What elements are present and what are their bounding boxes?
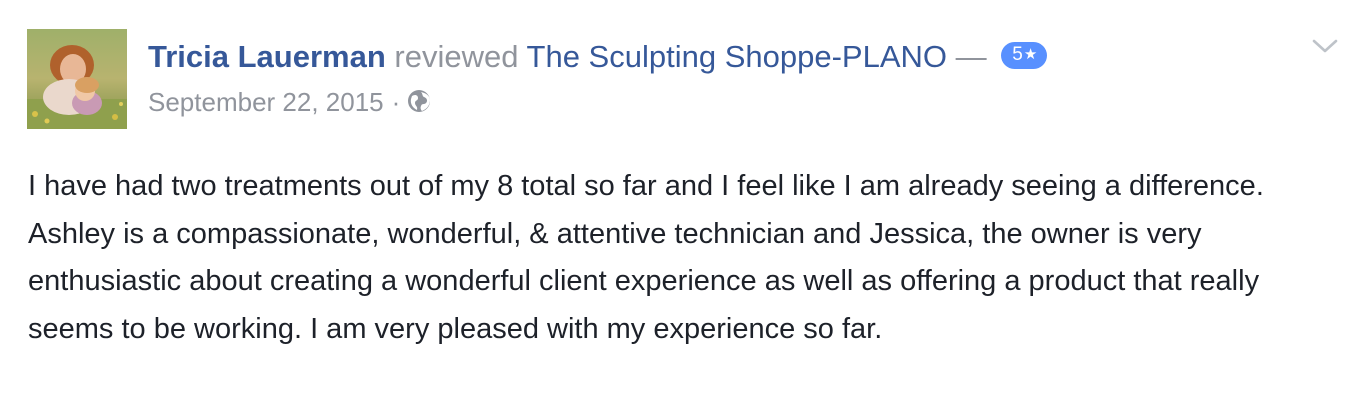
review-header: Tricia Lauerman reviewed The Sculpting S… xyxy=(148,37,1306,117)
rating-value: 5 xyxy=(1012,44,1023,66)
title-dash: — xyxy=(955,39,987,74)
avatar-photo xyxy=(27,29,127,129)
chevron-down-icon[interactable] xyxy=(1311,32,1339,60)
review-date-link[interactable]: September 22, 2015 xyxy=(148,87,384,117)
review-meta: September 22, 2015 · xyxy=(148,87,1306,117)
review-action-text: reviewed xyxy=(394,39,519,74)
globe-icon[interactable] xyxy=(406,88,432,114)
review-card: Tricia Lauerman reviewed The Sculpting S… xyxy=(0,0,1366,418)
meta-separator: · xyxy=(391,87,401,117)
rating-badge: 5★ xyxy=(1001,42,1048,70)
author-name-link[interactable]: Tricia Lauerman xyxy=(148,39,386,74)
star-icon: ★ xyxy=(1023,46,1038,64)
review-body: I have had two treatments out of my 8 to… xyxy=(28,170,1264,345)
page-name-link[interactable]: The Sculpting Shoppe-PLANO xyxy=(527,39,947,74)
avatar[interactable] xyxy=(27,29,127,129)
review-title-line: Tricia Lauerman reviewed The Sculpting S… xyxy=(148,37,1306,77)
